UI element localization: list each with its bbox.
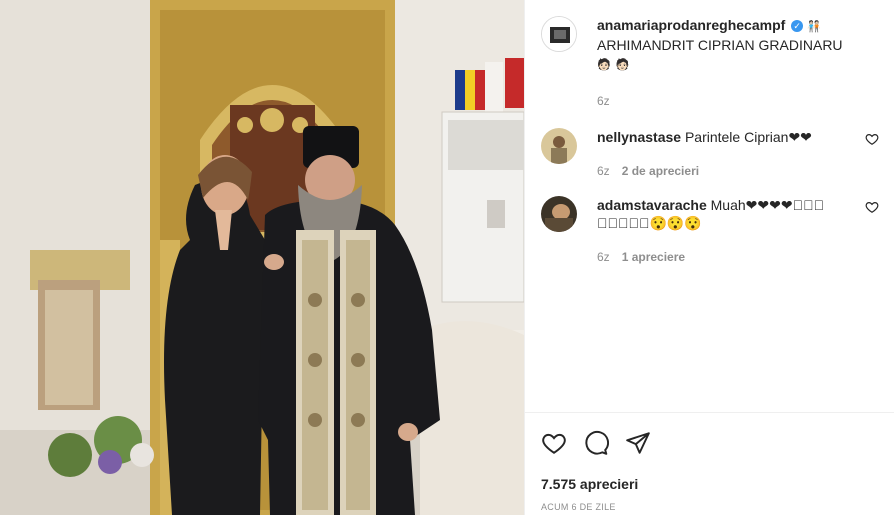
caption-meta: 6z <box>597 92 857 110</box>
paper-plane-icon[interactable] <box>625 430 651 456</box>
comment-body: nellynastase Parintele Ciprian❤❤ 6z 2 de… <box>597 128 879 180</box>
action-bar <box>541 430 651 456</box>
comment-row: nellynastase Parintele Ciprian❤❤ 6z 2 de… <box>541 128 879 180</box>
comment-username[interactable]: adamstavarache <box>597 197 707 213</box>
section-divider <box>525 412 894 413</box>
comments-list: anamariaprodanreghecampf ✓ 🧑🏻‍🤝‍🧑🏻 ARHIM… <box>525 0 894 412</box>
comment-meta: 6z 2 de aprecieri <box>597 162 857 180</box>
post-sidebar: anamariaprodanreghecampf ✓ 🧑🏻‍🤝‍🧑🏻 ARHIM… <box>524 0 894 515</box>
avatar-image <box>541 196 577 232</box>
like-comment-heart-icon[interactable] <box>865 200 879 214</box>
post-like-count[interactable]: 7.575 aprecieri <box>541 476 638 492</box>
caption-row: anamariaprodanreghecampf ✓ 🧑🏻‍🤝‍🧑🏻 ARHIM… <box>541 16 879 110</box>
comment-row: adamstavarache Muah❤❤❤❤􏿽􏿽􏿽 􏿽􏿽􏿽􏿽􏿽😯😯😯 6z 1… <box>541 196 879 266</box>
verified-badge-icon: ✓ <box>791 20 804 32</box>
avatar[interactable] <box>541 196 577 232</box>
heart-outline-icon[interactable] <box>541 430 567 456</box>
comment-meta: 6z 1 apreciere <box>597 248 857 266</box>
comment-time[interactable]: 6z <box>597 248 610 266</box>
like-comment-heart-icon[interactable] <box>865 132 879 146</box>
caption-emoji: 🧑🏻‍🤝‍🧑🏻 <box>807 21 822 33</box>
avatar[interactable] <box>541 16 577 52</box>
photo-scene <box>0 0 524 515</box>
comment-time[interactable]: 6z <box>597 162 610 180</box>
caption-time[interactable]: 6z <box>597 92 610 110</box>
post-photo[interactable] <box>0 0 524 515</box>
comment-username[interactable]: nellynastase <box>597 129 681 145</box>
comment-likes[interactable]: 2 de aprecieri <box>622 162 699 180</box>
comment-bubble-icon[interactable] <box>583 430 609 456</box>
post-timestamp[interactable]: ACUM 6 DE ZILE <box>541 502 616 512</box>
comment-text: Parintele Ciprian❤❤ <box>684 129 812 145</box>
caption-body: anamariaprodanreghecampf ✓ 🧑🏻‍🤝‍🧑🏻 ARHIM… <box>597 16 879 110</box>
avatar-image <box>542 17 576 51</box>
caption-username[interactable]: anamariaprodanreghecampf <box>597 17 785 33</box>
comment-body: adamstavarache Muah❤❤❤❤􏿽􏿽􏿽 􏿽􏿽􏿽􏿽􏿽😯😯😯 6z 1… <box>597 196 879 266</box>
avatar-image <box>541 128 577 164</box>
instagram-post: anamariaprodanreghecampf ✓ 🧑🏻‍🤝‍🧑🏻 ARHIM… <box>0 0 894 515</box>
caption-text: ARHIMANDRIT CIPRIAN GRADINARU <box>597 37 843 53</box>
avatar[interactable] <box>541 128 577 164</box>
comment-likes[interactable]: 1 apreciere <box>622 248 685 266</box>
caption-emoji-tail: 🧑🏻 🧑🏻 <box>597 59 631 71</box>
